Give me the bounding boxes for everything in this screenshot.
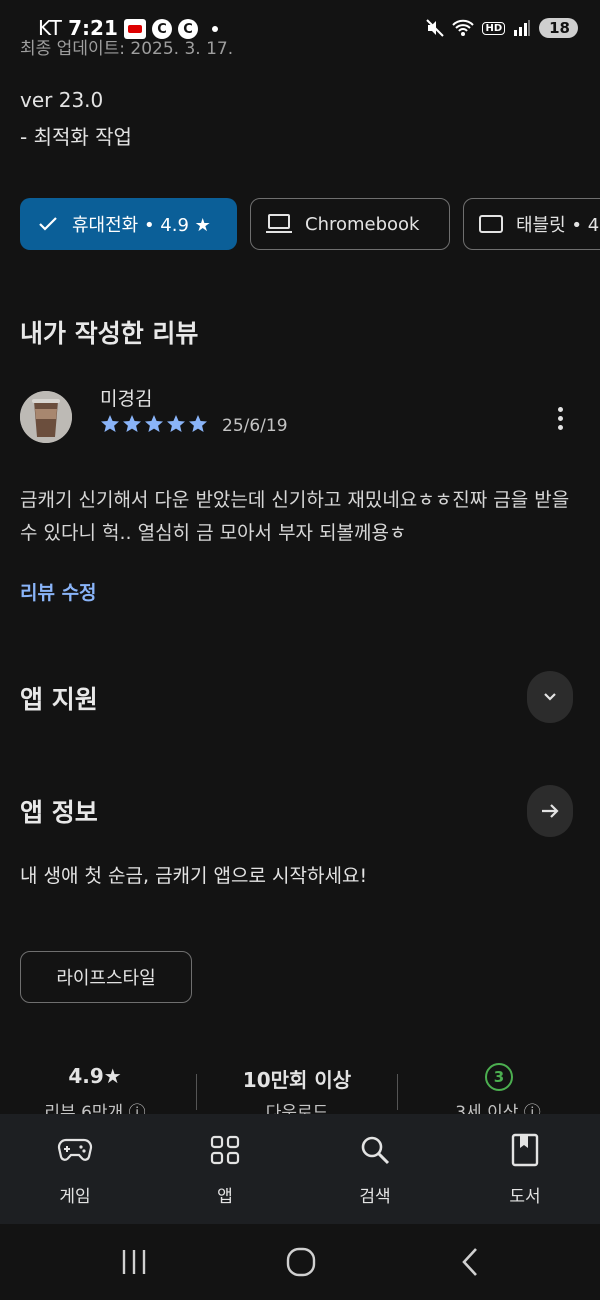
review-stars (100, 414, 208, 434)
gamepad-icon (57, 1138, 93, 1161)
app-info-title[interactable]: 앱 정보 (20, 793, 98, 829)
mute-icon (426, 19, 445, 37)
category-tag[interactable]: 라이프스타일 (20, 951, 192, 1003)
nav-games[interactable]: 게임 (15, 1114, 135, 1224)
age-rating-badge: 3 (485, 1063, 513, 1091)
chip-chromebook[interactable]: Chromebook (250, 198, 450, 250)
recent-apps-icon[interactable] (120, 1248, 148, 1276)
wifi-icon (452, 19, 475, 36)
release-note-text: - 최적화 작업 (20, 125, 132, 149)
star-icon (145, 415, 163, 432)
system-icons: HD 18 (426, 18, 578, 38)
age-rating-label[interactable]: 3세 이상 ⓘ (428, 1098, 568, 1114)
bottom-navigation: 게임 앱 검색 도서 (0, 1114, 600, 1224)
nav-apps-label: 앱 (217, 1187, 233, 1207)
review-text: 금캐기 신기해서 다운 받았는데 신기하고 재밌네요ㅎㅎ진짜 금을 받을 수 있… (20, 489, 570, 544)
nav-apps[interactable]: 앱 (165, 1114, 285, 1224)
star-icon (101, 415, 119, 432)
chip-chromebook-label: Chromebook (305, 213, 420, 235)
version-text: ver 23.0 (20, 88, 104, 112)
system-navigation-bar (0, 1224, 600, 1300)
tablet-icon (479, 215, 503, 233)
laptop-icon (266, 214, 292, 233)
star-icon (167, 415, 185, 432)
edit-review-link[interactable]: 리뷰 수정 (20, 578, 97, 605)
app-support-expand-button[interactable] (527, 671, 573, 723)
back-icon[interactable] (458, 1246, 482, 1278)
app-support-title[interactable]: 앱 지원 (20, 680, 98, 716)
star-icon (189, 415, 207, 432)
battery-indicator: 18 (539, 18, 578, 38)
nav-search[interactable]: 검색 (315, 1114, 435, 1224)
home-icon[interactable] (286, 1247, 316, 1277)
review-more-options-icon[interactable] (551, 404, 569, 434)
check-icon (39, 217, 57, 231)
reviewer-name: 미경김 (100, 388, 153, 410)
stat-divider (196, 1074, 197, 1110)
chevron-down-icon (544, 693, 556, 701)
review-date: 25/6/19 (222, 416, 288, 436)
chip-tablet-label: 태블릿 • 4 (516, 215, 600, 236)
avatar (20, 391, 72, 443)
star-icon (123, 415, 141, 432)
chip-phone[interactable]: 휴대전화 • 4.9 ★ (20, 198, 237, 250)
book-icon (511, 1133, 539, 1167)
rating-value: 4.9★ (68, 1064, 122, 1088)
my-review-title: 내가 작성한 리뷰 (20, 319, 199, 348)
more-notifications-dot-icon (212, 26, 218, 32)
nav-books-label: 도서 (509, 1187, 541, 1207)
apps-grid-icon (210, 1135, 240, 1165)
last-updated-text: 최종 업데이트: 2025. 3. 17. (20, 39, 234, 56)
hd-icon: HD (482, 21, 506, 35)
app-info-arrow-button[interactable] (527, 785, 573, 837)
review-count-label[interactable]: 리뷰 6만개 ⓘ (25, 1098, 165, 1114)
downloads-label: 다운로드 (265, 1103, 329, 1114)
nav-books[interactable]: 도서 (465, 1114, 585, 1224)
nav-games-label: 게임 (59, 1187, 91, 1207)
app-description: 내 생애 첫 순금, 금캐기 앱으로 시작하세요! (20, 865, 368, 887)
chip-tablet[interactable]: 태블릿 • 4 (463, 198, 600, 250)
arrow-right-icon (542, 804, 559, 818)
chip-phone-label: 휴대전화 • 4.9 ★ (72, 215, 211, 236)
downloads-value: 10만회 이상 (242, 1068, 352, 1092)
stat-divider (397, 1074, 398, 1110)
search-icon (361, 1136, 390, 1165)
nav-search-label: 검색 (359, 1187, 391, 1207)
signal-icon (514, 20, 531, 36)
